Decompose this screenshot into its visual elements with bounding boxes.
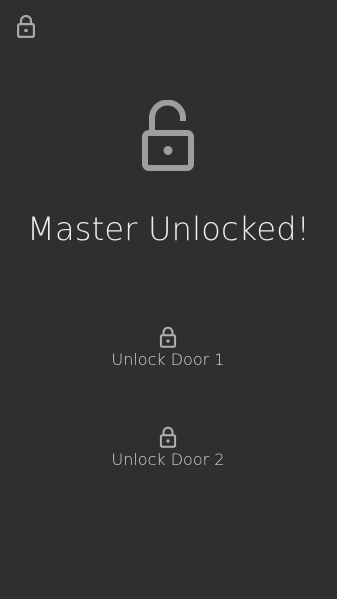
lock-closed-icon[interactable] [16,14,36,39]
lock-closed-icon [159,426,177,448]
page-title: Master Unlocked! [27,210,310,248]
door-label: Unlock Door 1 [111,350,225,369]
lock-closed-icon [159,326,177,348]
door-label: Unlock Door 2 [111,450,225,469]
unlock-door-2-button[interactable]: Unlock Door 2 [68,426,268,482]
unlock-door-1-button[interactable]: Unlock Door 1 [68,326,268,382]
lock-open-icon [139,99,197,172]
